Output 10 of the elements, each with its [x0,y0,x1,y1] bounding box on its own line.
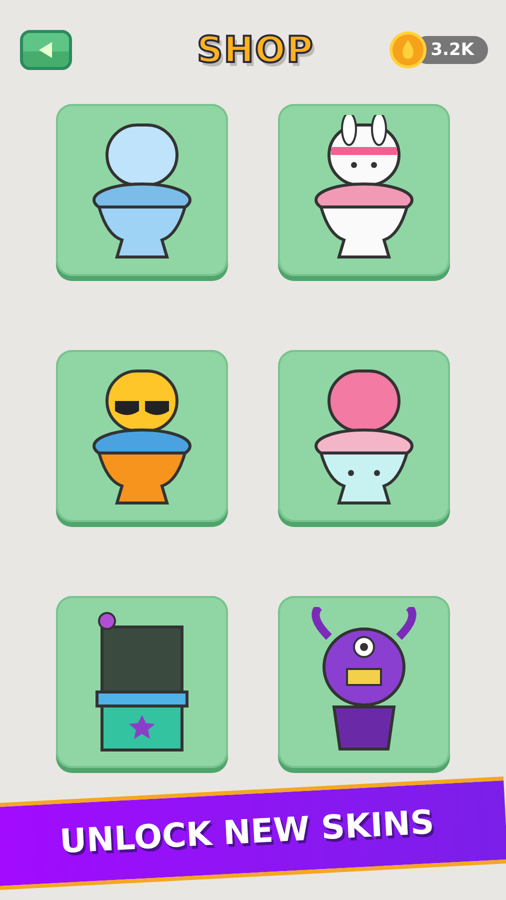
skin-card[interactable] [56,596,228,768]
shop-title: SHOP [196,30,314,70]
back-button[interactable] [20,30,72,70]
coin-icon [388,31,427,69]
skin-card[interactable] [278,596,450,768]
skin-card[interactable] [56,104,228,276]
skin-card[interactable] [278,350,450,522]
promo-banner: UNLOCK NEW SKINS [0,776,506,890]
skin-card[interactable] [56,350,228,522]
skin-card[interactable] [278,104,450,276]
